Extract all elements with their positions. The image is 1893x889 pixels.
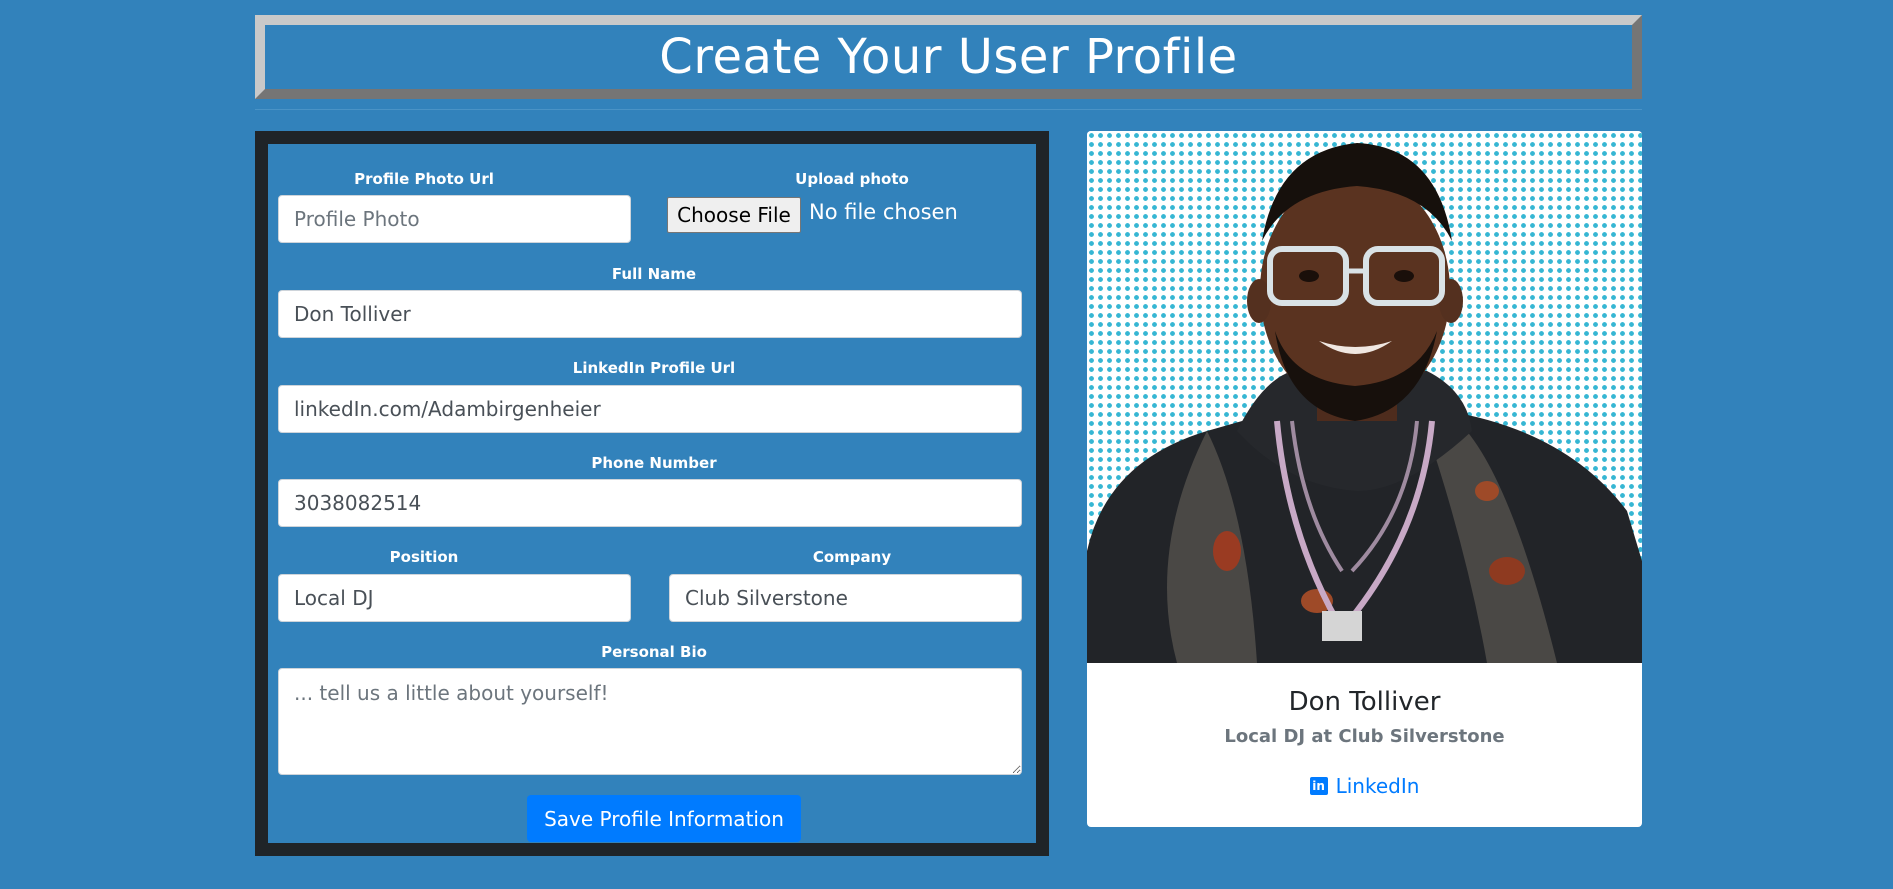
full-name-input[interactable] <box>278 290 1022 338</box>
page-title: Create Your User Profile <box>659 29 1238 85</box>
profile-photo-illustration <box>1087 143 1642 663</box>
header-divider <box>255 109 1642 110</box>
linkedin-url-input[interactable] <box>278 385 1022 433</box>
position-label: Position <box>389 548 459 566</box>
profile-preview-card: Don Tolliver Local DJ at Club Silverston… <box>1087 131 1642 827</box>
profile-photo <box>1087 131 1642 663</box>
linkedin-icon: in <box>1309 777 1328 795</box>
linkedin-link[interactable]: in LinkedIn <box>1087 774 1642 798</box>
profile-form: Profile Photo Url Upload photo Choose Fi… <box>255 131 1049 856</box>
photo-url-label: Profile Photo Url <box>354 170 494 188</box>
file-status-text: No file chosen <box>809 200 958 224</box>
company-input[interactable] <box>669 574 1022 622</box>
page-header: Create Your User Profile <box>255 15 1642 99</box>
save-profile-button[interactable]: Save Profile Information <box>527 795 801 842</box>
linkedin-url-label: LinkedIn Profile Url <box>572 359 736 377</box>
position-input[interactable] <box>278 574 631 622</box>
card-position-company: Local DJ at Club Silverstone <box>1224 726 1505 747</box>
linkedin-link-label: LinkedIn <box>1335 774 1420 798</box>
personal-bio-textarea[interactable] <box>278 668 1022 775</box>
upload-photo-label: Upload photo <box>795 170 909 188</box>
phone-number-input[interactable] <box>278 479 1022 527</box>
personal-bio-label: Personal Bio <box>601 643 707 661</box>
card-full-name: Don Tolliver <box>1288 687 1441 717</box>
full-name-label: Full Name <box>611 265 697 283</box>
company-label: Company <box>812 548 892 566</box>
phone-number-label: Phone Number <box>591 454 717 472</box>
choose-file-button[interactable]: Choose File <box>667 197 801 233</box>
photo-url-input[interactable] <box>278 195 631 243</box>
